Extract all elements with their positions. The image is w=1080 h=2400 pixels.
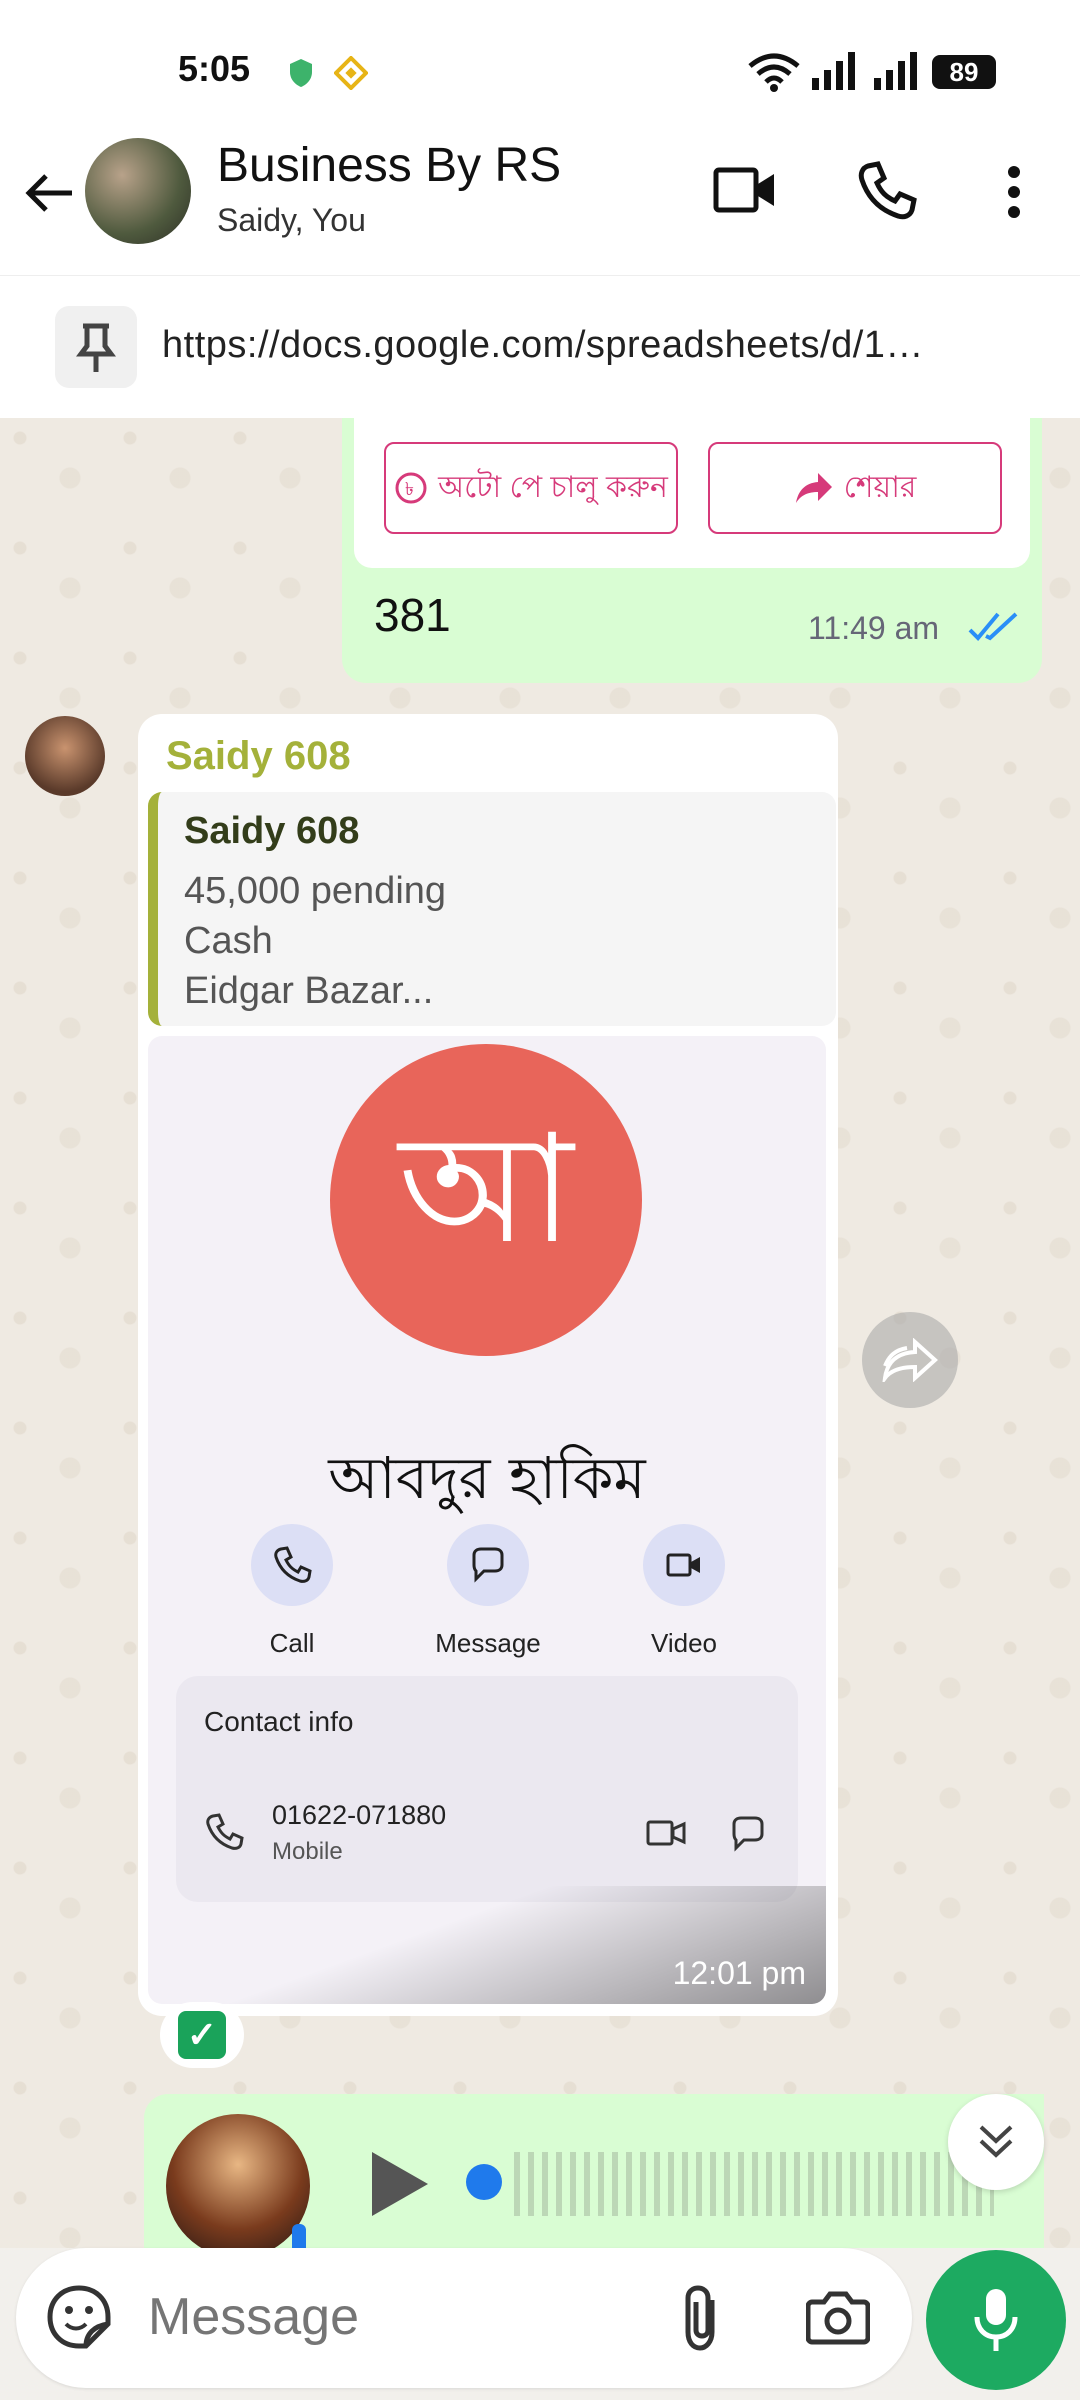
message-composer[interactable] [16, 2248, 912, 2388]
microphone-icon [974, 2289, 1018, 2351]
share-button[interactable]: শেয়ার [708, 442, 1002, 534]
svg-text:৳: ৳ [405, 479, 414, 500]
diamond-icon [334, 56, 368, 90]
video-call-icon[interactable] [712, 160, 778, 220]
message-input[interactable] [146, 2286, 650, 2348]
quoted-sender: Saidy 608 [184, 810, 360, 852]
double-chevron-down-icon [979, 2125, 1013, 2158]
chat-header: Business By RS Saidy, You [0, 130, 1080, 276]
contact-phone: 01622-071880 [272, 1800, 447, 1830]
video-label: Video [650, 1628, 718, 1658]
chat-area: ৳ অটো পে চালু করুন শেয়ার 381 11:49 am S… [0, 418, 1080, 2248]
message-text: 381 [374, 589, 451, 641]
video-icon [646, 1818, 686, 1848]
contact-screenshot[interactable]: আ আবদুর হাকিম Call Message Video Contact… [148, 1036, 826, 2004]
sender-name[interactable]: Saidy 608 [166, 734, 351, 779]
wifi-icon [746, 52, 802, 92]
contact-call-action: Call [192, 1524, 392, 1659]
play-icon[interactable] [372, 2152, 428, 2216]
autopay-button[interactable]: ৳ অটো পে চালু করুন [384, 442, 678, 534]
taka-icon: ৳ [394, 471, 428, 505]
camera-icon[interactable] [806, 2288, 870, 2346]
outgoing-message[interactable]: ৳ অটো পে চালু করুন শেয়ার 381 11:49 am [342, 418, 1042, 683]
autopay-label: অটো পে চালু করুন [438, 470, 668, 504]
voice-call-icon[interactable] [856, 160, 918, 222]
contact-name: আবদুর হাকিম [328, 1444, 646, 1512]
quoted-line-3: Eidgar Bazar... [184, 970, 434, 1012]
pinned-message-bar[interactable]: https://docs.google.com/spreadsheets/d/1… [0, 276, 1080, 418]
forward-button[interactable] [862, 1312, 958, 1408]
voice-waveform[interactable] [514, 2152, 994, 2216]
contact-info-card: Contact info 01622-071880 Mobile [176, 1676, 798, 1902]
status-bar: 5:05 89 [0, 0, 1080, 130]
contact-info-title: Contact info [204, 1706, 354, 1737]
message-time: 12:01 pm [672, 1955, 806, 1991]
back-arrow-icon[interactable] [22, 166, 76, 220]
contact-video-action: Video [584, 1524, 784, 1659]
quoted-line-1: 45,000 pending [184, 870, 447, 912]
video-icon [643, 1524, 725, 1606]
quoted-line-2: Cash [184, 920, 273, 962]
signal-icon [812, 52, 858, 90]
group-members[interactable]: Saidy, You [217, 202, 366, 239]
quoted-message[interactable]: Saidy 608 45,000 pending Cash Eidgar Baz… [148, 792, 836, 1026]
signal-icon-2 [874, 52, 920, 90]
double-tick-icon [968, 610, 1020, 644]
share-arrow-icon [794, 471, 834, 505]
mic-badge-icon [292, 2224, 306, 2248]
message-time: 11:49 am [808, 610, 940, 646]
battery-indicator: 89 [932, 55, 996, 89]
share-label: শেয়ার [843, 470, 917, 504]
status-time: 5:05 [178, 48, 251, 89]
shield-icon [288, 58, 314, 88]
playback-scrubber[interactable] [466, 2164, 502, 2200]
call-label: Call [269, 1628, 315, 1658]
reaction-badge[interactable]: ✓ [160, 2002, 244, 2068]
sender-avatar[interactable] [25, 716, 105, 796]
pinned-link[interactable]: https://docs.google.com/spreadsheets/d/1… [162, 324, 1042, 367]
chat-bubble-icon [447, 1524, 529, 1606]
scroll-to-bottom-button[interactable] [948, 2094, 1044, 2190]
group-avatar[interactable] [85, 138, 191, 244]
contact-message-action: Message [388, 1524, 588, 1659]
sticker-icon[interactable] [46, 2284, 112, 2350]
image-shade: 12:01 pm [148, 1886, 826, 2004]
attach-icon[interactable] [676, 2284, 726, 2352]
contact-initial-avatar: আ [330, 1044, 642, 1356]
chat-bubble-icon [728, 1816, 768, 1852]
phone-icon [204, 1812, 244, 1852]
phone-icon [251, 1524, 333, 1606]
voice-sender-avatar [166, 2114, 310, 2248]
contact-phone-type: Mobile [272, 1838, 343, 1865]
forward-icon [882, 1338, 938, 1382]
pin-icon [55, 306, 137, 388]
incoming-message[interactable]: Saidy 608 Saidy 608 45,000 pending Cash … [138, 714, 838, 2016]
check-mark-icon: ✓ [178, 2011, 226, 2059]
more-options-icon[interactable] [1000, 162, 1028, 222]
composer-area [0, 2248, 1080, 2400]
voice-record-button[interactable] [926, 2250, 1066, 2390]
payment-card: ৳ অটো পে চালু করুন শেয়ার [354, 418, 1030, 568]
message-label: Message [435, 1628, 541, 1658]
group-title[interactable]: Business By RS [217, 138, 561, 193]
voice-message[interactable] [144, 2094, 1044, 2248]
